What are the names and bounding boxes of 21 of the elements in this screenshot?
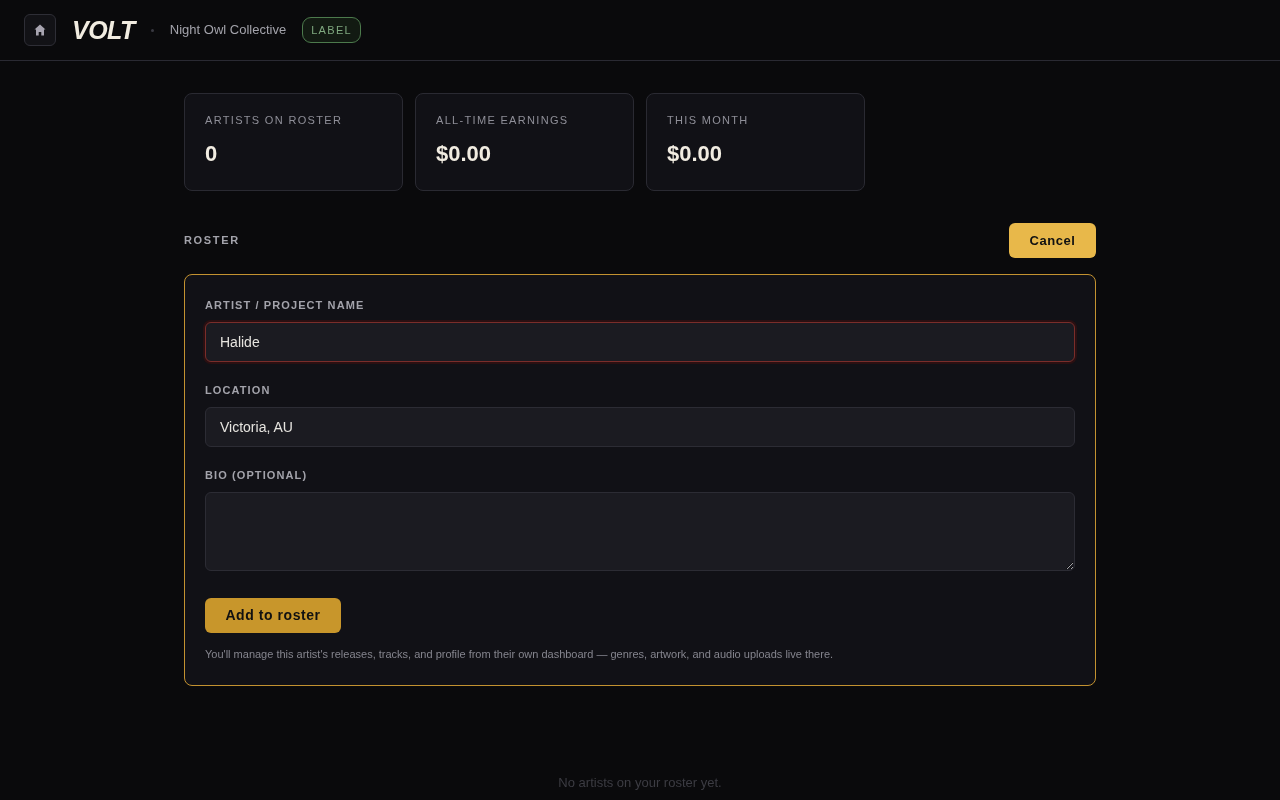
field-label: BIO (OPTIONAL): [205, 468, 309, 482]
stat-value: $0.00: [436, 140, 493, 168]
home-button[interactable]: [24, 14, 56, 46]
stat-value: $0.00: [667, 140, 724, 168]
text-field[interactable]: Victoria, AU: [205, 407, 1075, 447]
home-icon: [34, 24, 46, 36]
add-to-roster-button[interactable]: Add to roster: [205, 598, 341, 633]
stat-label: ARTISTS ON ROSTER: [205, 113, 344, 127]
logo[interactable]: VOLT: [72, 17, 135, 43]
field-label: ARTIST / PROJECT NAME: [205, 298, 366, 312]
role-badge: LABEL: [302, 17, 361, 43]
field-label: LOCATION: [205, 383, 272, 397]
stat-label: THIS MONTH: [667, 113, 750, 127]
section-title: ROSTER: [184, 233, 240, 249]
helper-text: You'll manage this artist's releases, tracks, and profile from their own dashboard — genres, artwork, and audio uploads live there.: [205, 647, 835, 661]
text-field[interactable]: Halide: [205, 322, 1075, 362]
stat-label: ALL-TIME EARNINGS: [436, 113, 570, 127]
bio-field[interactable]: [205, 492, 1075, 571]
stat-value: 0: [205, 140, 219, 168]
account-name: Night Owl Collective: [169, 21, 287, 40]
cancel-button[interactable]: Cancel: [1009, 223, 1096, 258]
